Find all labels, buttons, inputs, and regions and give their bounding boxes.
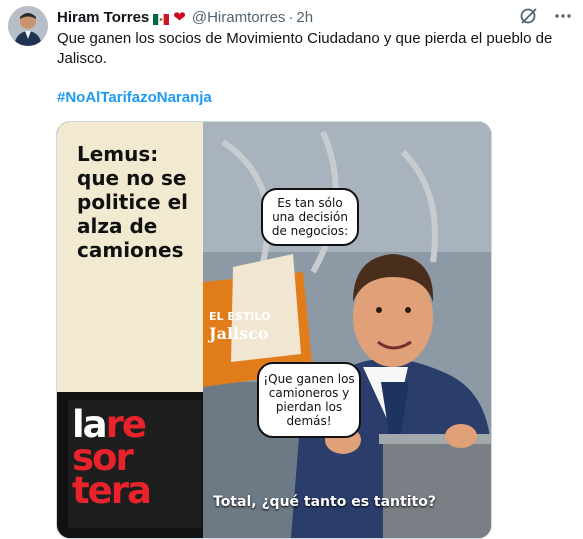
hashtag-link[interactable]: #NoAlTarifazoNaranja: [57, 89, 212, 106]
heart-icon: ❤: [173, 9, 186, 26]
separator-dot: ·: [288, 8, 294, 26]
brand-logo: lare sor tera: [68, 400, 202, 528]
tweet-media-image[interactable]: Lemus: que no se politice el alza de cam…: [56, 121, 492, 539]
speech-bubble-top: Es tan sólo una decisión de negocios:: [261, 188, 359, 246]
headline-panel: Lemus: que no se politice el alza de cam…: [57, 122, 203, 392]
more-icon[interactable]: [553, 6, 573, 26]
author-avatar[interactable]: [8, 6, 48, 46]
mexico-flag-icon: [153, 12, 170, 25]
cartoon-scene: Es tan sólo una decisión de negocios: ¡Q…: [203, 122, 491, 538]
sign-text-top: EL ESTILO: [209, 310, 271, 323]
brand-text-3: tera: [72, 469, 152, 512]
tweet-timestamp[interactable]: 2h: [296, 9, 313, 26]
speech-bubble-middle: ¡Que ganen los camioneros y pierdan los …: [257, 362, 361, 438]
image-caption: Total, ¿qué tanto es tantito?: [213, 494, 436, 510]
tweet-header: Hiram Torres ❤ @Hiramtorres · 2h: [57, 6, 577, 28]
grok-icon[interactable]: [519, 6, 539, 26]
tweet-text: Que ganen los socios de Movimiento Ciuda…: [57, 30, 553, 67]
author-name[interactable]: Hiram Torres: [57, 9, 149, 26]
sign-text-bottom: Jalisco: [209, 324, 269, 343]
author-handle[interactable]: @Hiramtorres: [192, 9, 286, 26]
image-headline: Lemus: que no se politice el alza de cam…: [77, 142, 188, 262]
